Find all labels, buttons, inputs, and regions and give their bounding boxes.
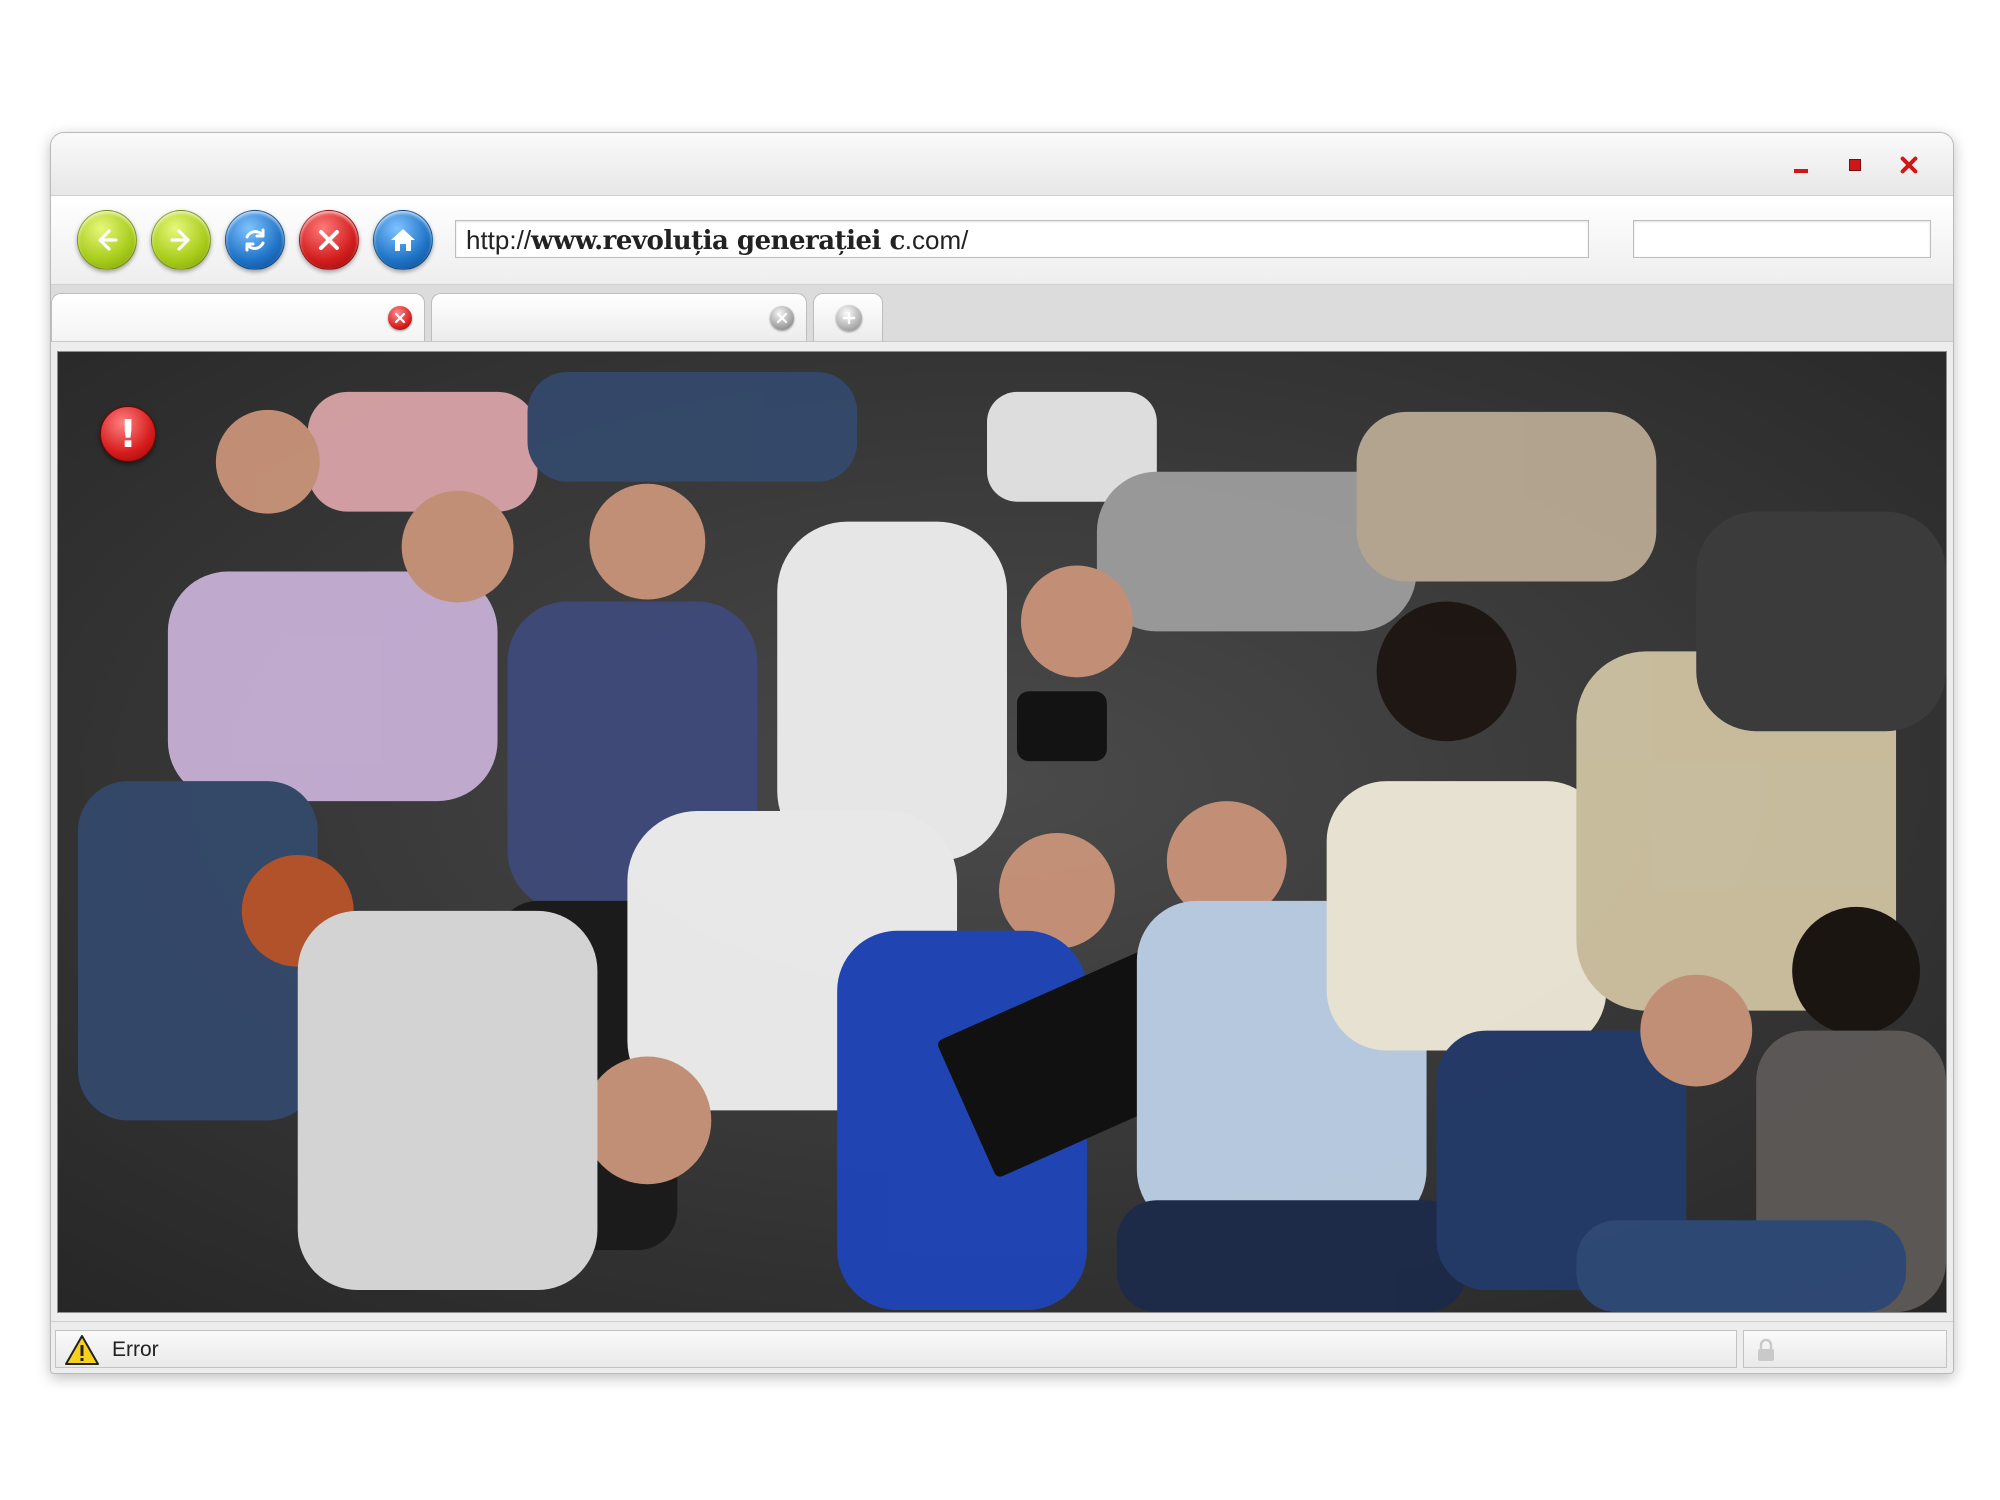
status-text: Error — [112, 1338, 159, 1361]
forward-button[interactable] — [151, 210, 211, 270]
plus-icon — [842, 311, 856, 325]
refresh-button[interactable] — [225, 210, 285, 270]
url-scheme: http:// — [466, 225, 532, 255]
minimize-button[interactable] — [1789, 153, 1813, 177]
close-icon — [394, 312, 406, 324]
address-bar[interactable]: http://www.revoluția generației c.com/ — [455, 220, 1589, 258]
close-window-button[interactable] — [1897, 153, 1921, 177]
search-field[interactable] — [1633, 220, 1931, 258]
url-domain: www.revoluția generației c — [531, 226, 905, 256]
title-bar — [51, 133, 1953, 196]
status-security-panel — [1743, 1330, 1947, 1368]
back-arrow-icon — [98, 229, 118, 251]
home-icon — [391, 229, 415, 251]
alert-icon: ! — [100, 406, 156, 462]
page-viewport[interactable]: ! — [57, 351, 1947, 1313]
tab-active[interactable] — [51, 293, 425, 341]
new-tab-tab[interactable] — [813, 293, 883, 341]
stop-icon — [319, 230, 339, 250]
browser-window: http://www.revoluția generației c.com/ !… — [50, 132, 1954, 1374]
close-icon — [776, 312, 788, 324]
tab-close-button[interactable] — [388, 306, 412, 330]
lock-icon — [1758, 1338, 1774, 1361]
warning-icon — [65, 1335, 99, 1365]
refresh-icon — [245, 228, 265, 252]
stop-button[interactable] — [299, 210, 359, 270]
url-suffix: .com/ — [904, 225, 969, 255]
status-bar: Error — [51, 1321, 1953, 1373]
tab-close-button[interactable] — [770, 306, 794, 330]
new-tab-button[interactable] — [836, 305, 862, 331]
home-button[interactable] — [373, 210, 433, 270]
alert-glyph: ! — [119, 412, 137, 456]
forward-arrow-icon — [170, 229, 190, 251]
tab-inactive[interactable] — [431, 293, 807, 341]
back-button[interactable] — [77, 210, 137, 270]
tab-strip — [51, 285, 1953, 342]
group-photo — [58, 352, 1946, 1312]
status-main-panel: Error — [55, 1330, 1737, 1368]
maximize-button[interactable] — [1843, 153, 1867, 177]
toolbar: http://www.revoluția generației c.com/ — [51, 196, 1953, 285]
